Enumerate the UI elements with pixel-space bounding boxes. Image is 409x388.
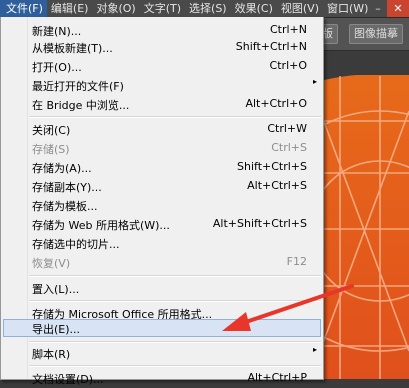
menu-item-label: 置入(L)... [32, 283, 80, 296]
menu-item-shortcut: Alt+Ctrl+O [245, 97, 307, 110]
menu-item-label: 存储(S) [32, 143, 70, 156]
artboard-canvas[interactable] [320, 51, 409, 379]
menu-item-close[interactable]: 关闭(C) Ctrl+W [3, 120, 321, 139]
menu-item-label: 存储选中的切片... [32, 238, 120, 251]
menu-item-browse-in-bridge[interactable]: 在 Bridge 中浏览... Alt+Ctrl+O [3, 95, 321, 114]
menu-item-open[interactable]: 打开(O)... Ctrl+O [3, 57, 321, 76]
menu-item-shortcut: Ctrl+O [269, 59, 307, 72]
menu-edit[interactable]: 编辑(E) [47, 0, 93, 17]
menu-item-label: 存储副本(Y)... [32, 181, 102, 194]
menu-separator [29, 300, 321, 302]
menu-item-export[interactable]: 导出(E)... [3, 319, 321, 337]
menu-item-label: 新建(N)... [32, 25, 82, 38]
menu-item-label: 恢复(V) [32, 257, 71, 270]
menu-separator [29, 116, 321, 118]
menu-item-shortcut: Alt+Ctrl+P [247, 371, 307, 384]
submenu-arrow-icon: ▸ [312, 77, 317, 86]
close-button[interactable]: ✕ [387, 0, 409, 17]
menu-item-revert[interactable]: 恢复(V) F12 [3, 253, 321, 272]
menu-item-label: 存储为模板... [32, 200, 98, 213]
menu-item-label: 最近打开的文件(F) [32, 80, 124, 93]
menu-item-new-from-template[interactable]: 从模板新建(T)... Shift+Ctrl+N [3, 38, 321, 57]
menu-select[interactable]: 选择(S) [185, 0, 231, 17]
menu-item-shortcut: Shift+Ctrl+N [235, 40, 307, 53]
window-controls: – ✕ [369, 0, 409, 17]
menu-item-save-as[interactable]: 存储为(A)... Shift+Ctrl+S [3, 158, 321, 177]
menu-item-shortcut: F12 [286, 255, 307, 268]
menu-item-label: 关闭(C) [32, 124, 71, 137]
menu-type[interactable]: 文字(T) [140, 0, 185, 17]
menu-item-save-copy[interactable]: 存储副本(Y)... Alt+Ctrl+S [3, 177, 321, 196]
menu-item-save-for-web[interactable]: 存储为 Web 所用格式(W)... Alt+Shift+Ctrl+S [3, 215, 321, 234]
menu-item-scripts[interactable]: 脚本(R) ▸ [3, 344, 321, 363]
submenu-arrow-icon: ▸ [312, 345, 317, 354]
menu-item-save-selected-slices[interactable]: 存储选中的切片... [3, 234, 321, 253]
menu-object[interactable]: 对象(O) [92, 0, 139, 17]
menu-window[interactable]: 窗口(W) [323, 0, 372, 17]
menu-separator [29, 341, 321, 343]
menu-item-label: 文档设置(D)... [32, 373, 104, 386]
menu-item-label: 打开(O)... [32, 61, 82, 74]
file-menu-dropdown: 新建(N)... Ctrl+N 从模板新建(T)... Shift+Ctrl+N… [0, 17, 324, 386]
menu-item-label: 存储为 Web 所用格式(W)... [32, 219, 170, 232]
menu-item-place[interactable]: 置入(L)... [3, 279, 321, 298]
menu-item-shortcut: Ctrl+S [271, 141, 307, 154]
menu-effect[interactable]: 效果(C) [231, 0, 277, 17]
minimize-button[interactable]: – [369, 0, 387, 17]
orange-grid-artwork [320, 51, 409, 379]
menu-item-open-recent[interactable]: 最近打开的文件(F) ▸ [3, 76, 321, 95]
menu-item-shortcut: Ctrl+N [269, 23, 307, 36]
menu-item-label: 存储为(A)... [32, 162, 92, 175]
menu-file[interactable]: 文件(F) [0, 0, 47, 17]
menu-view[interactable]: 视图(V) [277, 0, 323, 17]
menu-item-save[interactable]: 存储(S) Ctrl+S [3, 139, 321, 158]
menu-item-shortcut: Alt+Shift+Ctrl+S [212, 217, 307, 230]
menu-item-label: 脚本(R) [32, 348, 71, 361]
menu-item-shortcut: Ctrl+W [267, 122, 307, 135]
menu-separator [29, 275, 321, 277]
menu-bar: 文件(F) 编辑(E) 对象(O) 文字(T) 选择(S) 效果(C) 视图(V… [0, 0, 409, 18]
menu-separator [29, 365, 321, 367]
image-trace-button[interactable]: 图像描摹 [349, 24, 403, 44]
menu-item-save-as-template[interactable]: 存储为模板... [3, 196, 321, 215]
menu-item-shortcut: Alt+Ctrl+S [247, 179, 307, 192]
menu-item-shortcut: Shift+Ctrl+S [237, 160, 307, 173]
menu-item-label: 从模板新建(T)... [32, 42, 113, 55]
menu-item-label: 在 Bridge 中浏览... [32, 99, 130, 112]
menu-item-label: 导出(E)... [32, 323, 81, 336]
